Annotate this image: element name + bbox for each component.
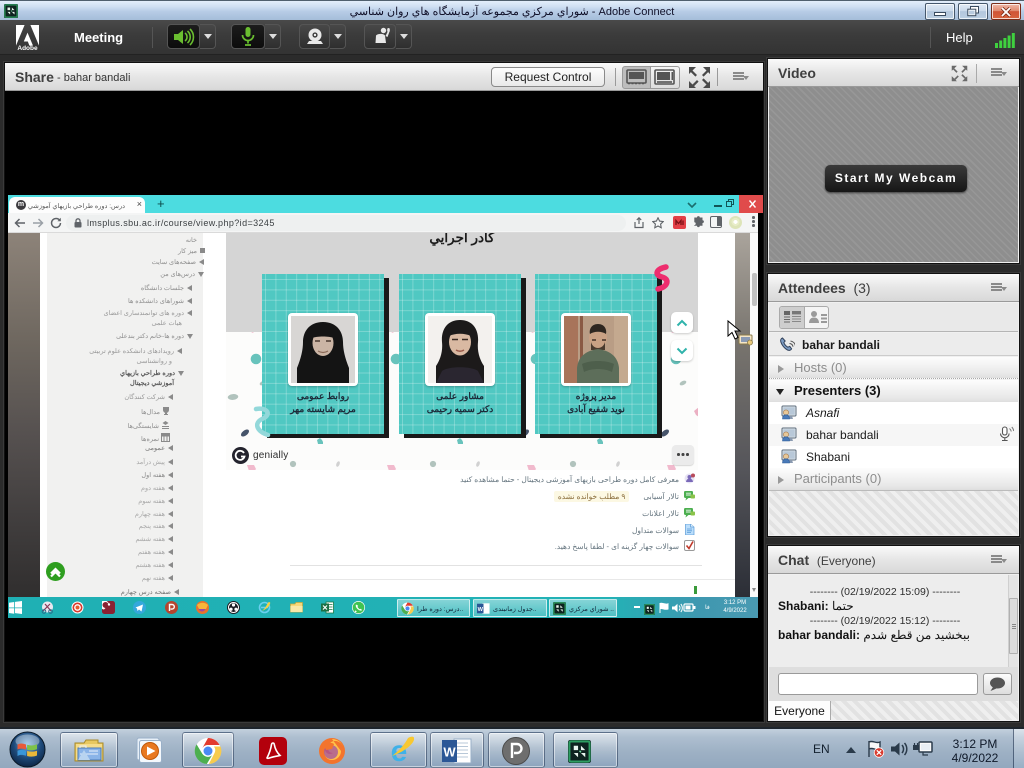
svg-text:W: W [443, 745, 456, 760]
svg-text:Adobe: Adobe [17, 45, 38, 51]
svg-text:W: W [478, 606, 484, 612]
